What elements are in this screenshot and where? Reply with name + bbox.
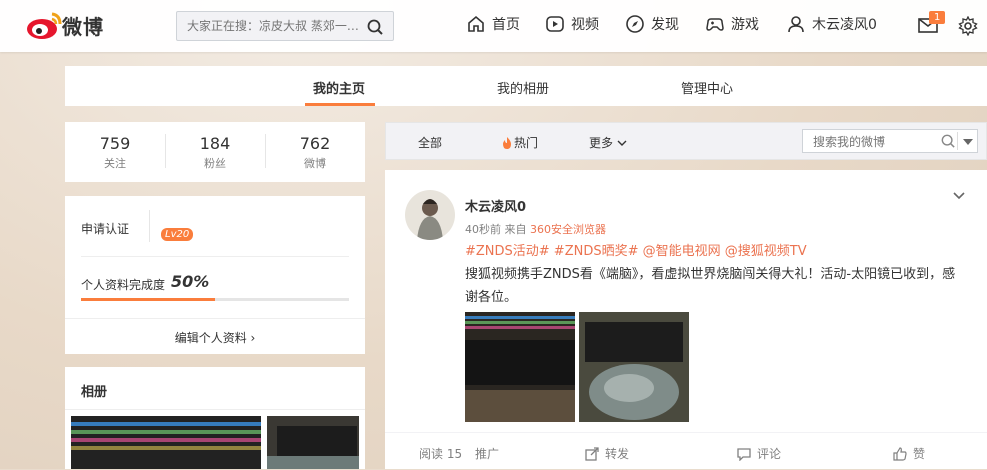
avatar-image-icon [405, 190, 455, 240]
filter-more-label: 更多 [589, 136, 614, 150]
profile-card: 申请认证 Lv20 个人资料完成度 50% 编辑个人资料 › [65, 196, 365, 354]
filter-hot-label: 热门 [514, 136, 539, 150]
gamepad-icon [706, 18, 724, 31]
repost-label: 转发 [605, 447, 630, 461]
gear-icon[interactable] [958, 16, 978, 36]
home-icon [468, 15, 484, 32]
post-meta: 40秒前 来自 360安全浏览器 [465, 221, 606, 237]
thumbs-up-icon [893, 446, 907, 461]
edit-profile-link[interactable]: 编辑个人资料 › [65, 329, 365, 346]
nav-discover-label: 发现 [651, 17, 679, 33]
caret-down-icon[interactable] [963, 138, 973, 146]
stat-posts[interactable]: 762 微博 [267, 134, 363, 171]
keyboard-photo-icon [465, 312, 575, 422]
divider [265, 134, 266, 168]
chevron-down-icon[interactable] [953, 192, 965, 200]
avatar[interactable] [405, 190, 455, 240]
stat-following-value: 759 [99, 134, 131, 153]
global-search[interactable] [176, 11, 394, 41]
nav-video-label: 视频 [571, 17, 599, 33]
nav-user-label: 木云凌风0 [812, 17, 877, 33]
comment-label: 评论 [757, 447, 782, 461]
completeness-label: 个人资料完成度 [81, 278, 166, 292]
nav-discover[interactable]: 发现 [625, 14, 679, 34]
search-input[interactable] [185, 18, 365, 34]
profile-tab-strip: 我的主页 我的相册 管理中心 [65, 66, 987, 106]
comment-icon [737, 447, 751, 461]
search-icon[interactable] [941, 134, 955, 148]
stats-card: 759 关注 184 粉丝 762 微博 [65, 122, 365, 182]
nav-video[interactable]: 视频 [545, 14, 599, 34]
tab-my-home[interactable]: 我的主页 [313, 78, 365, 97]
level-badge[interactable]: Lv20 [161, 228, 194, 241]
stat-following-label: 关注 [104, 157, 126, 170]
flame-icon [503, 136, 511, 149]
post-time[interactable]: 40秒前 来自 [465, 223, 527, 236]
like-button[interactable]: 赞 [893, 445, 925, 462]
divider [65, 318, 365, 319]
post-username[interactable]: 木云凌风0 [465, 196, 526, 215]
nav-game[interactable]: 游戏 [705, 14, 759, 34]
stat-posts-label: 微博 [304, 157, 326, 170]
stat-followers[interactable]: 184 粉丝 [167, 134, 263, 171]
box-photo-icon [579, 312, 689, 422]
album-photo-box[interactable] [267, 416, 359, 469]
completeness-progress-fill [81, 298, 215, 301]
divider [65, 409, 365, 410]
filter-all[interactable]: 全部 [418, 134, 442, 151]
nav-home-label: 首页 [492, 17, 520, 33]
completeness-value: 50% [171, 272, 210, 291]
repost-button[interactable]: 转发 [585, 445, 629, 462]
user-icon [788, 16, 804, 33]
tab-management[interactable]: 管理中心 [681, 78, 733, 97]
post-photo-box[interactable] [579, 312, 689, 422]
stat-followers-label: 粉丝 [204, 157, 226, 170]
active-tab-indicator [305, 103, 375, 106]
nav-home[interactable]: 首页 [466, 14, 520, 34]
mail-badge: 1 [929, 11, 946, 24]
feed-search[interactable] [802, 129, 978, 153]
post-card: 木云凌风0 40秒前 来自 360安全浏览器 #ZNDS活动# #ZNDS晒奖#… [385, 170, 987, 469]
post-reads-label: 阅读 15 [419, 447, 463, 461]
divider [149, 210, 150, 242]
album-title: 相册 [81, 385, 108, 400]
post-actions-bar: 阅读 15 推广 转发 评论 赞 [385, 432, 987, 470]
stat-followers-value: 184 [199, 134, 231, 153]
feed-filter-bar: 全部 热门 更多 [385, 122, 987, 160]
comment-button[interactable]: 评论 [737, 445, 781, 462]
box-photo-icon [267, 416, 359, 469]
divider [165, 134, 166, 168]
completeness-progress-bar [81, 298, 349, 301]
tab-my-album[interactable]: 我的相册 [497, 78, 549, 97]
filter-hot[interactable]: 热门 [502, 134, 538, 151]
apply-verify-link[interactable]: 申请认证 [81, 220, 129, 237]
post-photo-keyboard[interactable] [465, 312, 575, 422]
top-bar: 微博 首页 视频 发现 游戏 木云凌风0 1 [0, 0, 987, 52]
post-source-link[interactable]: 360安全浏览器 [530, 223, 606, 236]
compass-icon [626, 15, 644, 33]
album-card: 相册 [65, 367, 365, 469]
post-reads: 阅读 15 [419, 445, 462, 462]
promote-label: 推广 [475, 447, 500, 461]
search-icon[interactable] [367, 19, 383, 35]
promote-button[interactable]: 推广 [475, 445, 499, 462]
post-text: 搜狐视频携手ZNDS看《端脑》，看虚拟世界烧脑闯关得大礼！活动-太阳镜已收到，感… [465, 267, 956, 305]
stat-following[interactable]: 759 关注 [67, 134, 163, 171]
nav-game-label: 游戏 [731, 17, 759, 33]
filter-more[interactable]: 更多 [589, 134, 627, 151]
album-photo-keyboard[interactable] [71, 416, 261, 469]
divider [957, 132, 958, 150]
stat-posts-value: 762 [299, 134, 331, 153]
chevron-down-icon [617, 140, 627, 146]
repost-icon [585, 446, 599, 461]
logo-text: 微博 [62, 15, 104, 39]
like-label: 赞 [913, 447, 926, 461]
feed-search-input[interactable] [811, 134, 935, 150]
nav-user[interactable]: 木云凌风0 [786, 14, 877, 34]
post-tags[interactable]: #ZNDS活动# #ZNDS晒奖# @智能电视网 @搜狐视频TV [465, 240, 807, 259]
video-icon [546, 16, 564, 32]
divider [81, 256, 349, 257]
keyboard-photo-icon [71, 416, 261, 469]
